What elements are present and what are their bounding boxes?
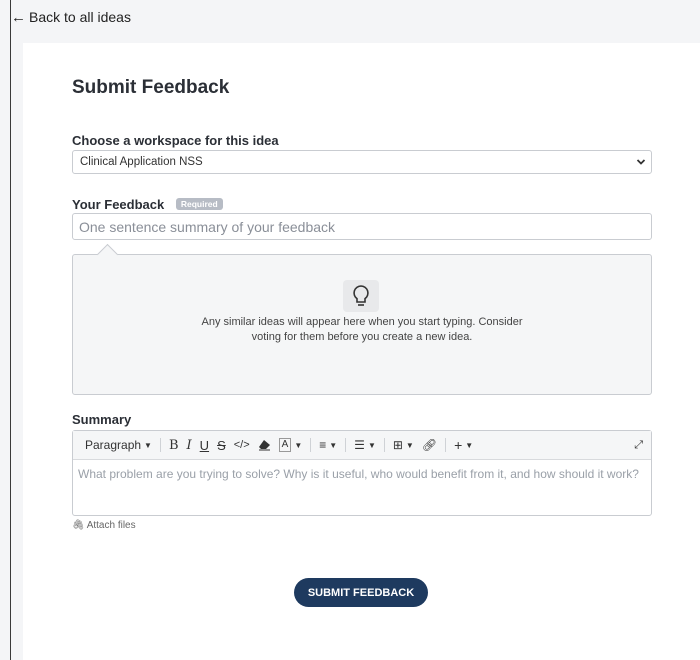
page-title: Submit Feedback xyxy=(72,77,230,98)
code-button[interactable]: </> xyxy=(230,435,254,455)
back-link-label: Back to all ideas xyxy=(29,9,131,25)
workspace-select[interactable]: Clinical Application NSS xyxy=(72,150,652,174)
workspace-label: Choose a workspace for this idea xyxy=(72,133,279,148)
chevron-down-icon: ▼ xyxy=(367,440,376,450)
table-dropdown[interactable]: ⊞ ▼ xyxy=(389,435,418,455)
feedback-summary-input[interactable] xyxy=(72,213,652,240)
italic-button[interactable]: I xyxy=(183,435,196,455)
toolbar-divider xyxy=(310,438,312,452)
toolbar-divider xyxy=(345,438,347,452)
editor-toolbar: Paragraph ▼ B I U S </> A ▼ ≡ ▼ ☰ ▼ ⊞ ▼ 🔗︎ + ▼… xyxy=(73,431,651,460)
chevron-down-icon xyxy=(636,159,646,165)
arrow-left-icon: ← xyxy=(11,8,26,26)
toolbar-divider xyxy=(383,438,385,452)
link-button[interactable]: 🔗︎ xyxy=(418,435,441,455)
paragraph-style-label: Paragraph xyxy=(85,438,142,452)
link-icon: 🔗︎ xyxy=(421,438,438,452)
toolbar-divider xyxy=(159,438,161,452)
italic-icon: I xyxy=(186,437,192,453)
workspace-selected-value: Clinical Application NSS xyxy=(80,156,203,168)
chevron-down-icon: ▼ xyxy=(329,440,338,450)
required-badge: Required xyxy=(175,198,223,210)
table-icon: ⊞ xyxy=(392,438,403,452)
text-color-dropdown[interactable]: A ▼ xyxy=(275,435,307,455)
list-dropdown[interactable]: ☰ ▼ xyxy=(350,435,380,455)
similar-ideas-panel: Any similar ideas will appear here when … xyxy=(72,243,652,395)
expand-editor-button[interactable]: ⤢ xyxy=(630,435,647,455)
window-left-border xyxy=(10,0,11,660)
summary-placeholder[interactable]: What problem are you trying to solve? Wh… xyxy=(73,460,651,483)
submit-feedback-card: Submit Feedback Choose a workspace for t… xyxy=(23,43,700,660)
align-dropdown[interactable]: ≡ ▼ xyxy=(315,435,341,455)
paperclip-icon: 🖇︎ xyxy=(72,520,85,531)
underline-icon: U xyxy=(199,437,210,453)
attach-files-link[interactable]: 🖇︎ Attach files xyxy=(72,520,136,531)
insert-dropdown[interactable]: + ▼ xyxy=(450,435,477,455)
back-to-all-ideas-link[interactable]: ← Back to all ideas xyxy=(11,9,131,25)
similar-message-line-2: voting for them before you create a new … xyxy=(251,331,473,343)
bold-icon: B xyxy=(168,437,179,453)
strikethrough-icon: S xyxy=(217,437,226,453)
chevron-down-icon: ▼ xyxy=(405,440,414,450)
bold-button[interactable]: B xyxy=(165,435,183,455)
similar-ideas-message: Any similar ideas will appear here when … xyxy=(73,315,651,345)
code-icon: </> xyxy=(233,439,250,451)
clear-format-icon xyxy=(258,440,270,451)
summary-label: Summary xyxy=(72,412,132,427)
text-color-icon: A xyxy=(278,438,292,452)
feedback-label-row: Your Feedback Required xyxy=(72,197,223,212)
chevron-down-icon: ▼ xyxy=(465,440,474,450)
align-icon: ≡ xyxy=(319,438,327,452)
lightbulb-icon xyxy=(343,280,379,312)
list-icon: ☰ xyxy=(354,438,365,452)
expand-icon: ⤢ xyxy=(634,438,643,451)
chevron-down-icon: ▼ xyxy=(294,440,303,450)
underline-button[interactable]: U xyxy=(196,435,213,455)
strikethrough-button[interactable]: S xyxy=(213,435,230,455)
top-bar: ← Back to all ideas xyxy=(11,0,700,43)
clear-format-button[interactable] xyxy=(254,435,275,455)
toolbar-divider xyxy=(445,438,447,452)
similar-message-line-1: Any similar ideas will appear here when … xyxy=(201,316,523,328)
paragraph-style-dropdown[interactable]: Paragraph ▼ xyxy=(81,435,156,455)
summary-editor: Paragraph ▼ B I U S </> A ▼ ≡ ▼ ☰ ▼ ⊞ ▼ 🔗︎ + ▼… xyxy=(72,430,652,516)
plus-icon: + xyxy=(454,437,463,453)
chevron-down-icon: ▼ xyxy=(144,440,152,450)
submit-feedback-button[interactable]: SUBMIT FEEDBACK xyxy=(294,578,428,607)
feedback-label: Your Feedback xyxy=(72,197,165,212)
attach-files-label: Attach files xyxy=(86,520,136,531)
panel-pointer xyxy=(96,243,119,266)
